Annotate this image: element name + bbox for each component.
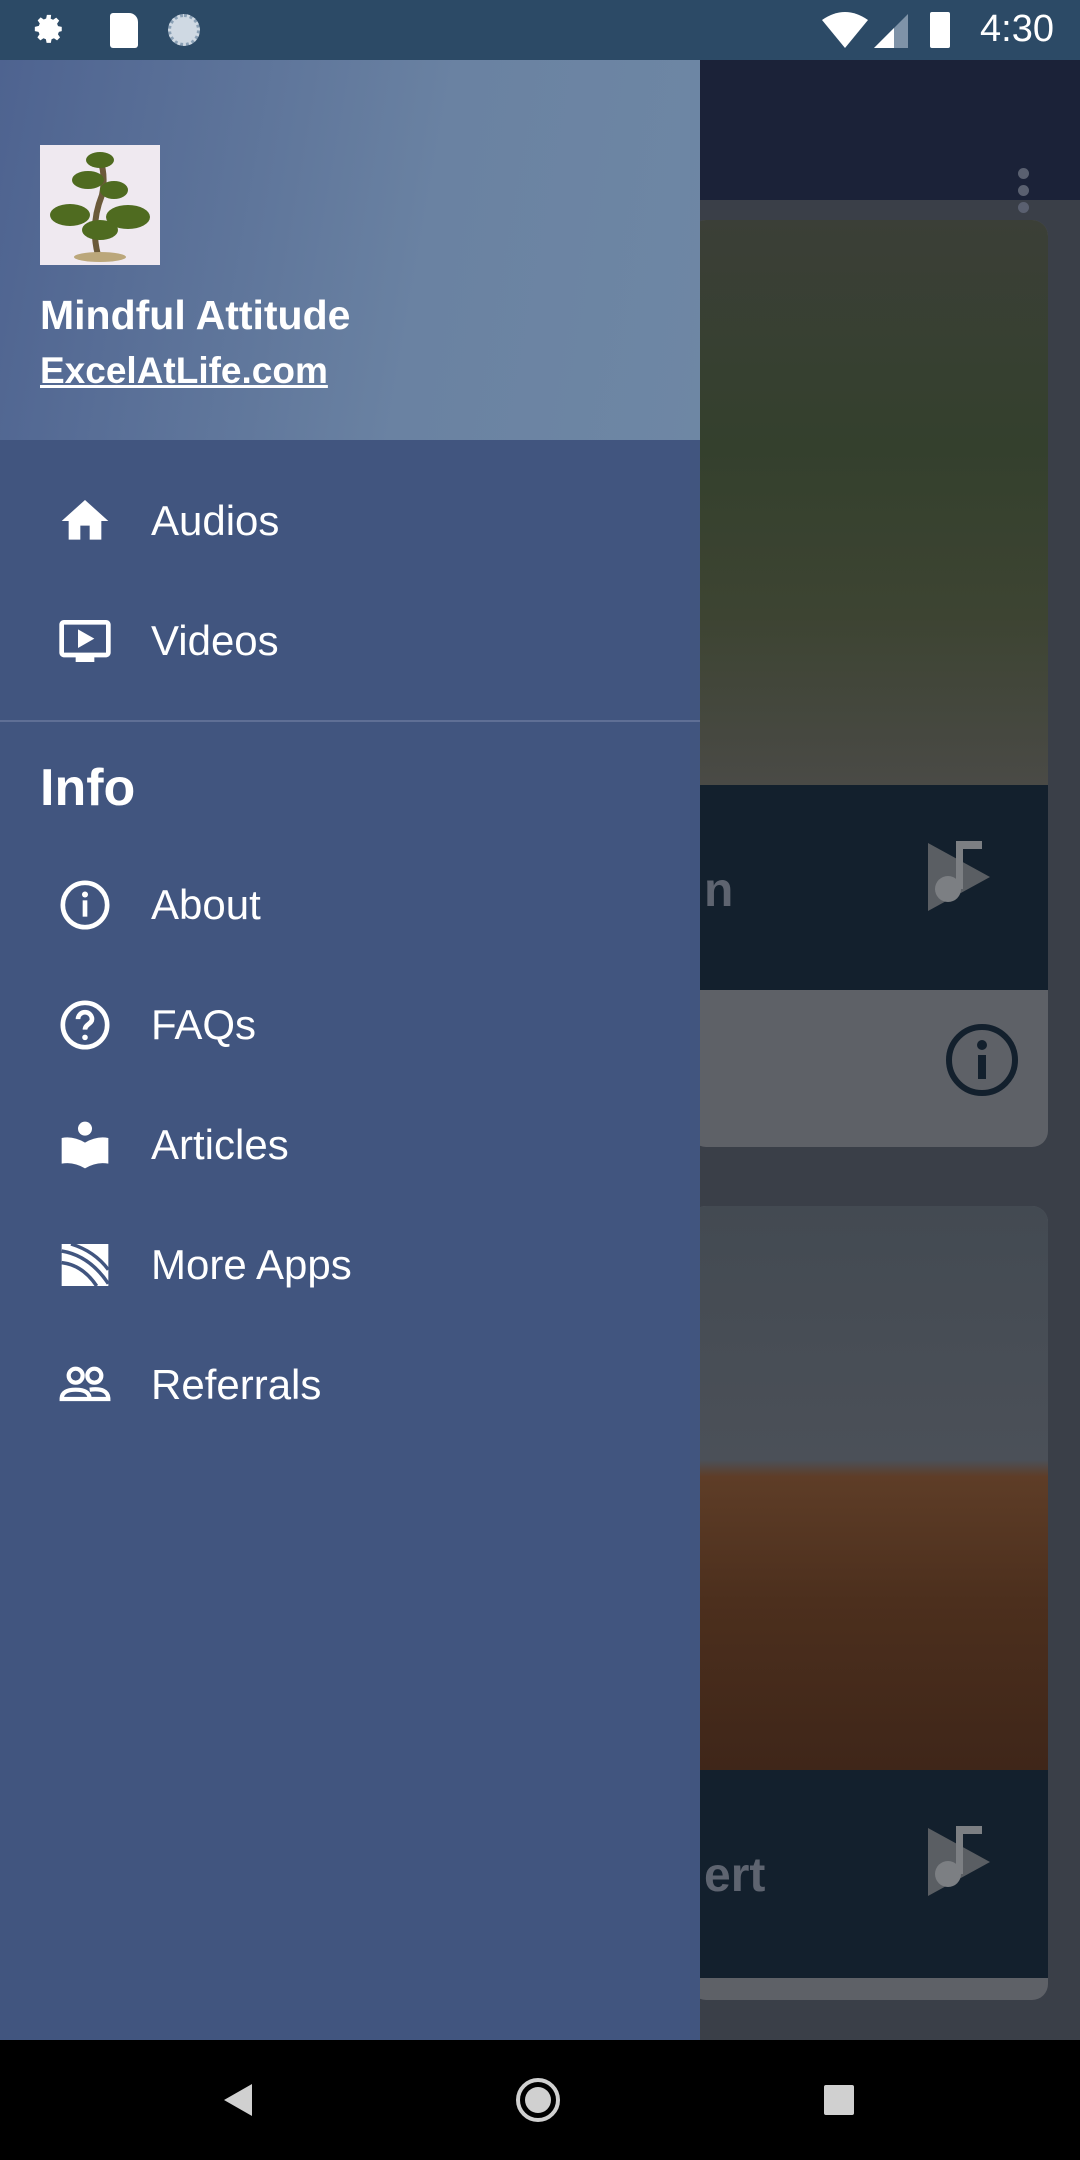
- drawer-item-referrals[interactable]: Referrals: [0, 1330, 700, 1440]
- drawer-item-audios[interactable]: Audios: [0, 466, 700, 576]
- settings-icon: [34, 14, 62, 43]
- tv-play-icon: [59, 620, 111, 662]
- signal-icon: [874, 14, 908, 48]
- drawer-item-label: About: [151, 881, 261, 928]
- drawer-item-faqs[interactable]: FAQs: [0, 970, 700, 1080]
- reader-icon: [61, 1121, 109, 1169]
- section-title: Info: [40, 759, 136, 817]
- clock: 4:30: [980, 8, 1054, 50]
- drawer-header: Mindful Attitude ExcelAtLife.com: [0, 60, 700, 440]
- navigation-drawer: Mindful Attitude ExcelAtLife.com Audios …: [0, 60, 700, 2040]
- drawer-item-label: Audios: [151, 497, 280, 544]
- app-title: Mindful Attitude: [40, 292, 351, 338]
- app-logo: [40, 145, 160, 265]
- music-play-icon[interactable]: [928, 1822, 998, 1902]
- music-play-icon[interactable]: [928, 837, 998, 917]
- drawer-item-label: Articles: [151, 1121, 289, 1168]
- apps-icon: [61, 1242, 110, 1287]
- card-title-band: n: [690, 785, 1048, 990]
- drawer-item-label: FAQs: [151, 1001, 257, 1048]
- drawer-item-about[interactable]: About: [0, 850, 700, 960]
- status-bar: 4:30: [0, 0, 1080, 60]
- info-icon[interactable]: [944, 1022, 1020, 1098]
- more-vert-icon[interactable]: [1018, 168, 1032, 219]
- home-icon: [61, 500, 109, 540]
- info-icon: [60, 880, 110, 930]
- drawer-item-label: Videos: [151, 617, 279, 664]
- card-title-band: ert: [690, 1770, 1048, 1978]
- content-card[interactable]: ert: [690, 1206, 1048, 2000]
- system-nav-bar: [0, 2040, 1080, 2160]
- battery-icon: [930, 12, 950, 48]
- divider: [0, 720, 700, 722]
- card-title: ert: [704, 1849, 766, 1902]
- content-card[interactable]: n: [690, 220, 1048, 1147]
- wifi-icon: [822, 12, 868, 48]
- recents-icon[interactable]: [824, 2085, 854, 2115]
- back-icon[interactable]: [224, 2084, 254, 2116]
- card-image: [690, 1206, 1048, 1770]
- card-footer: [690, 990, 1048, 1147]
- drawer-item-more-apps[interactable]: More Apps: [0, 1210, 700, 1320]
- card-image: [690, 220, 1048, 785]
- website-link[interactable]: ExcelAtLife.com: [40, 350, 328, 392]
- drawer-item-label: Referrals: [151, 1361, 322, 1408]
- drawer-item-videos[interactable]: Videos: [0, 586, 700, 696]
- home-button-icon[interactable]: [516, 2078, 560, 2122]
- card-title: n: [704, 864, 734, 917]
- sd-card-icon: [110, 13, 138, 48]
- drawer-item-articles[interactable]: Articles: [0, 1090, 700, 1200]
- people-icon: [59, 1366, 111, 1402]
- sync-icon: [168, 14, 200, 46]
- help-icon: [60, 1000, 110, 1050]
- drawer-item-label: More Apps: [151, 1241, 352, 1288]
